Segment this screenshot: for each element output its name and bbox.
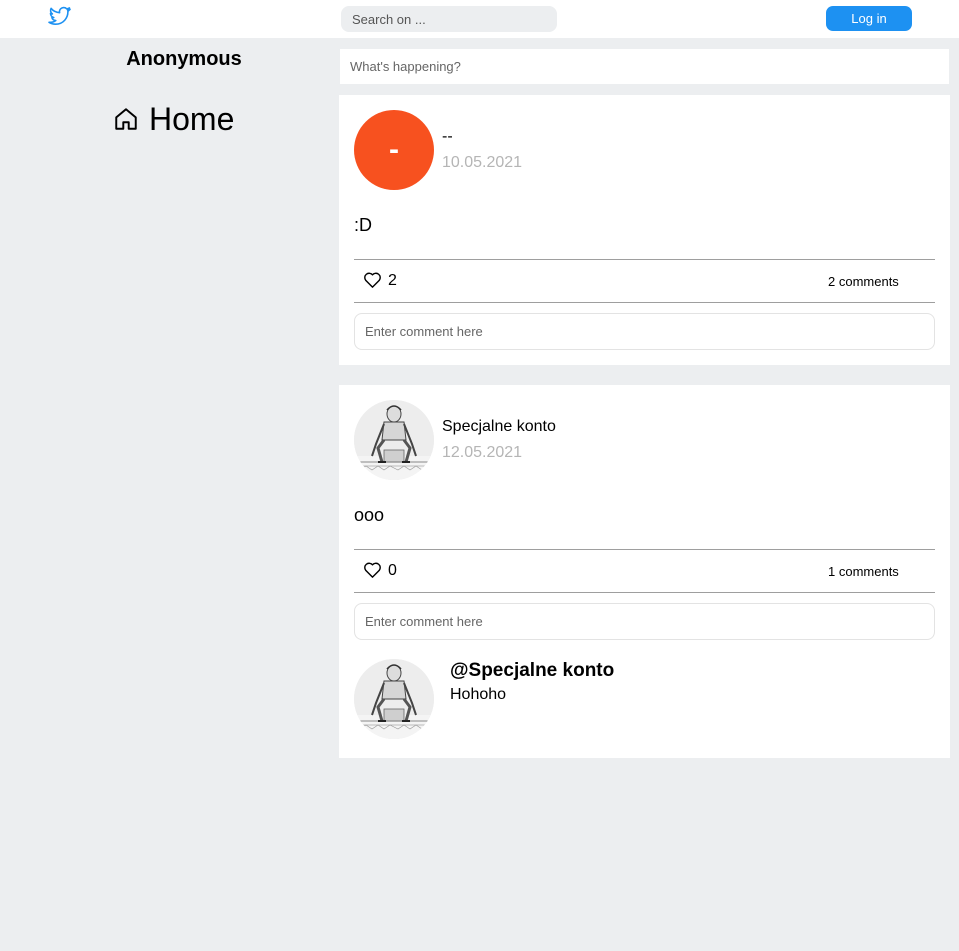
post-date: 12.05.2021 — [442, 444, 523, 461]
comment-text: Hohoho — [450, 686, 507, 703]
divider — [354, 259, 935, 260]
compose-tweet-input[interactable] — [340, 49, 949, 84]
comments-count-link[interactable]: 2 comments — [828, 274, 899, 289]
sidebar-item-label: Home — [149, 100, 235, 137]
post-card: - -- 10.05.2021 :D 2 2 comments — [339, 95, 950, 365]
post-content: :D — [354, 215, 372, 235]
comment-author[interactable]: @Specjalne konto — [450, 660, 614, 682]
divider — [354, 592, 935, 593]
heart-icon — [364, 272, 381, 288]
comments-count-link[interactable]: 1 comments — [828, 564, 899, 579]
top-navigation-bar: Log in — [0, 0, 959, 38]
comment-input[interactable] — [354, 313, 935, 350]
divider — [354, 549, 935, 550]
like-count: 2 — [388, 272, 397, 289]
like-count: 0 — [388, 562, 397, 579]
avatar[interactable]: - — [354, 110, 434, 190]
twitter-bird-icon[interactable] — [47, 5, 73, 29]
home-icon — [115, 108, 137, 130]
sketch-avatar-icon — [354, 659, 434, 739]
search-input[interactable] — [341, 6, 557, 32]
sketch-avatar-icon — [354, 400, 434, 480]
post-card: Specjalne konto 12.05.2021 ooo 0 1 comme… — [339, 385, 950, 758]
login-button[interactable]: Log in — [826, 6, 912, 31]
sidebar-item-home[interactable]: Home — [113, 100, 234, 138]
divider — [354, 302, 935, 303]
post-author[interactable]: -- — [442, 128, 453, 146]
comment-avatar[interactable] — [354, 659, 434, 739]
sidebar-user-name: Anonymous — [126, 48, 242, 70]
like-button[interactable]: 2 — [363, 271, 397, 289]
comment-input[interactable] — [354, 603, 935, 640]
heart-icon — [364, 562, 381, 578]
post-date: 10.05.2021 — [442, 154, 523, 171]
post-content: ooo — [354, 505, 385, 525]
avatar[interactable] — [354, 400, 434, 480]
post-author[interactable]: Specjalne konto — [442, 418, 556, 436]
like-button[interactable]: 0 — [363, 561, 397, 579]
